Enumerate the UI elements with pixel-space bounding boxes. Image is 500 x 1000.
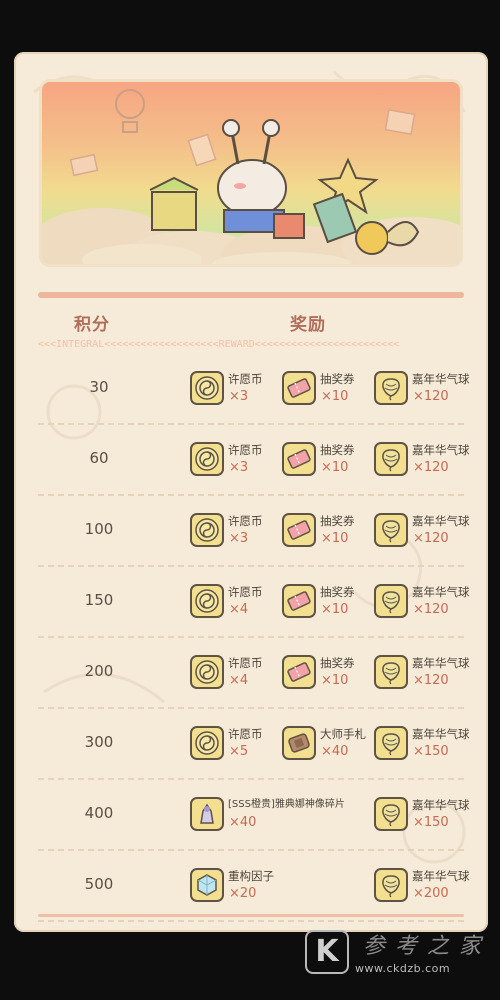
reward-name: 大师手札 — [320, 727, 366, 741]
reward-name: 嘉年华气球 — [412, 869, 470, 883]
wish-coin-icon[interactable] — [190, 442, 224, 476]
carnival-balloon-icon[interactable] — [374, 868, 408, 902]
reward-count: ×3 — [229, 389, 249, 404]
score-value: 30 — [89, 378, 109, 396]
reward-name: 嘉年华气球 — [412, 514, 470, 528]
score-value: 200 — [84, 662, 114, 680]
lottery-ticket-icon[interactable] — [282, 655, 316, 689]
watermark-title: 参考之家 — [363, 934, 492, 959]
reward-count: ×10 — [321, 460, 349, 475]
score-value: 150 — [84, 591, 114, 609]
reward-count: ×150 — [413, 815, 449, 830]
table-row: 150 许愿币 ×4 抽奖券 ×10 嘉年华气球 ×120 — [14, 567, 488, 638]
score-value: 500 — [84, 875, 114, 893]
reward-name: 许愿币 — [228, 585, 263, 599]
wish-coin-icon[interactable] — [190, 584, 224, 618]
table-row: 500 重构因子 ×20 嘉年华气球 ×200 — [14, 851, 488, 922]
reward-name: 许愿币 — [228, 656, 263, 670]
reward-count: ×10 — [321, 602, 349, 617]
reward-name: 嘉年华气球 — [412, 727, 470, 741]
reward-count: ×200 — [413, 886, 449, 901]
reward-count: ×10 — [321, 531, 349, 546]
carnival-balloon-icon[interactable] — [374, 513, 408, 547]
carnival-balloon-icon[interactable] — [374, 584, 408, 618]
reward-count: ×120 — [413, 673, 449, 688]
reward-count: ×150 — [413, 744, 449, 759]
reward-name: 重构因子 — [228, 869, 274, 883]
reward-name: 许愿币 — [228, 443, 263, 457]
master-manual-scroll-icon[interactable] — [282, 726, 316, 760]
reward-count: ×3 — [229, 531, 249, 546]
reward-name: 嘉年华气球 — [412, 798, 470, 812]
reward-name: 抽奖券 — [320, 514, 355, 528]
carnival-balloon-icon[interactable] — [374, 655, 408, 689]
reward-name: 嘉年华气球 — [412, 372, 470, 386]
score-column-header: 积分 — [74, 315, 110, 335]
carnival-balloon-icon[interactable] — [374, 442, 408, 476]
statue-fragment-icon[interactable] — [190, 797, 224, 831]
reward-name: 许愿币 — [228, 514, 263, 528]
reward-count: ×120 — [413, 531, 449, 546]
lottery-ticket-icon[interactable] — [282, 584, 316, 618]
carnival-balloon-icon[interactable] — [374, 726, 408, 760]
reward-count: ×40 — [229, 815, 257, 830]
lottery-ticket-icon[interactable] — [282, 442, 316, 476]
score-value: 100 — [84, 520, 114, 538]
reward-count: ×3 — [229, 460, 249, 475]
watermark-logo: K — [305, 930, 349, 974]
header-divider — [38, 292, 464, 298]
table-row: 300 许愿币 ×5 大师手札 ×40 嘉年华气球 ×150 — [14, 709, 488, 780]
reward-count: ×40 — [321, 744, 349, 759]
lottery-ticket-icon[interactable] — [282, 371, 316, 405]
reward-name: 嘉年华气球 — [412, 656, 470, 670]
site-watermark: K 参考之家 www.ckdzb.com — [305, 926, 495, 986]
reward-name: 嘉年华气球 — [412, 443, 470, 457]
reward-count: ×120 — [413, 602, 449, 617]
wish-coin-icon[interactable] — [190, 726, 224, 760]
reward-name: 抽奖券 — [320, 656, 355, 670]
reward-count: ×120 — [413, 389, 449, 404]
reward-name: 抽奖券 — [320, 585, 355, 599]
row-divider — [38, 920, 464, 922]
banner-illustration — [42, 89, 460, 264]
carnival-balloon-icon[interactable] — [374, 797, 408, 831]
reward-name: [SSS橙贵]雅典娜神像碎片 — [228, 799, 345, 810]
carnival-balloon-icon[interactable] — [374, 371, 408, 405]
reward-name: 抽奖券 — [320, 443, 355, 457]
reward-count: ×10 — [321, 673, 349, 688]
wish-coin-icon[interactable] — [190, 655, 224, 689]
reward-count: ×120 — [413, 460, 449, 475]
reward-column-header: 奖励 — [290, 315, 326, 335]
table-row: 200 许愿币 ×4 抽奖券 ×10 嘉年华气球 ×120 — [14, 638, 488, 709]
footer-divider — [38, 914, 464, 917]
table-row: 30 许愿币 ×3 抽奖券 ×10 嘉年华气球 ×120 — [14, 354, 488, 425]
score-value: 400 — [84, 804, 114, 822]
reward-name: 嘉年华气球 — [412, 585, 470, 599]
watermark-url: www.ckdzb.com — [355, 962, 451, 975]
reward-count: ×5 — [229, 744, 249, 759]
column-subheader-strip: <<<INTEGRAL<<<<<<<<<<<<<<<<<<<REWARD<<<<… — [38, 339, 400, 350]
reward-table: 30 许愿币 ×3 抽奖券 ×10 嘉年华气球 ×120 60 许愿币 ×3 抽奖券 ×10 嘉年华气球… — [14, 354, 488, 922]
reward-name: 许愿币 — [228, 727, 263, 741]
reward-name: 许愿币 — [228, 372, 263, 386]
table-row: 400 [SSS橙贵]雅典娜神像碎片 ×40 嘉年华气球 ×150 — [14, 780, 488, 851]
reward-count: ×20 — [229, 886, 257, 901]
reward-count: ×10 — [321, 389, 349, 404]
reward-name: 抽奖券 — [320, 372, 355, 386]
table-row: 100 许愿币 ×3 抽奖券 ×10 嘉年华气球 ×120 — [14, 496, 488, 567]
wish-coin-icon[interactable] — [190, 513, 224, 547]
rebuild-factor-cube-icon[interactable] — [190, 868, 224, 902]
score-value: 300 — [84, 733, 114, 751]
reward-count: ×4 — [229, 673, 249, 688]
lottery-ticket-icon[interactable] — [282, 513, 316, 547]
wish-coin-icon[interactable] — [190, 371, 224, 405]
rewards-panel: 积分 奖励 <<<INTEGRAL<<<<<<<<<<<<<<<<<<<REWA… — [14, 52, 488, 932]
score-value: 60 — [89, 449, 109, 467]
reward-count: ×4 — [229, 602, 249, 617]
event-banner — [42, 82, 460, 264]
table-row: 60 许愿币 ×3 抽奖券 ×10 嘉年华气球 ×120 — [14, 425, 488, 496]
